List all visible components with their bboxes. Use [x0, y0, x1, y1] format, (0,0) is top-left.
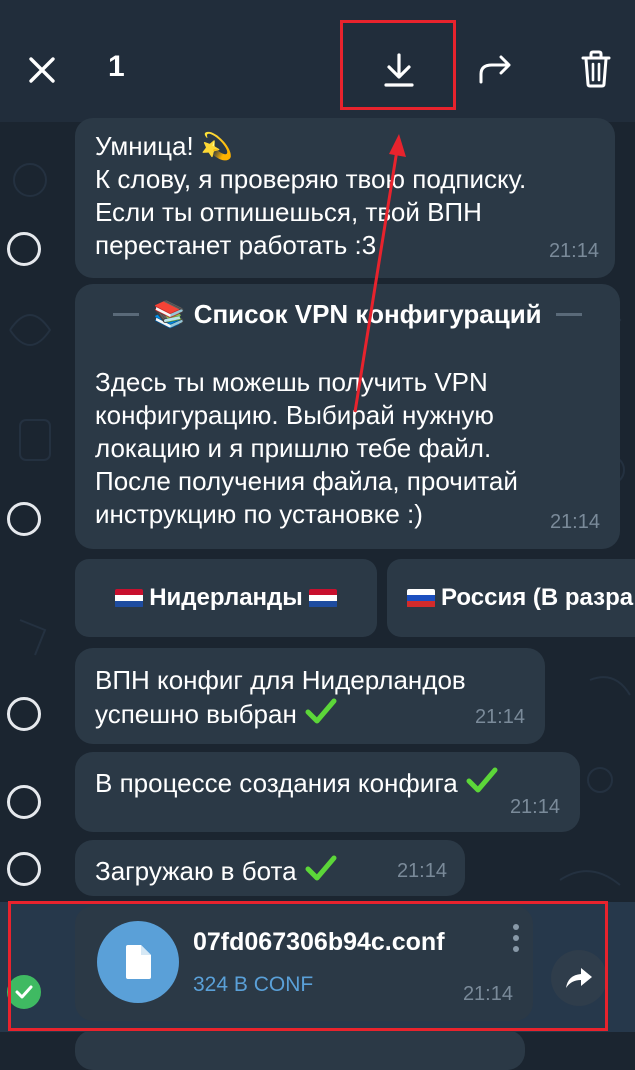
- divider-right: [555, 312, 582, 316]
- selected-count: 1: [108, 50, 125, 83]
- message-bubble[interactable]: Умница! 💫 К слову, я проверяю твою подпи…: [75, 118, 615, 278]
- keyboard-button-netherlands[interactable]: Нидерланды: [75, 559, 377, 637]
- message-text: Умница! 💫 К слову, я проверяю твою подпи…: [95, 131, 527, 260]
- trash-icon: [581, 50, 611, 88]
- message-bubble[interactable]: ВПН конфиг для Нидерландов успешно выбра…: [75, 648, 545, 744]
- message-header: 📚 Список VPN конфигураций: [95, 296, 600, 332]
- divider-left: [113, 312, 140, 316]
- checkmark-icon: [305, 855, 337, 881]
- close-icon: [29, 57, 55, 83]
- russia-flag-icon: [407, 588, 435, 608]
- checkmark-icon: [305, 698, 337, 724]
- keyboard-button-russia[interactable]: Россия (В разра: [387, 559, 635, 637]
- message-time: 21:14: [548, 240, 599, 262]
- file-message-highlight: [8, 901, 608, 1031]
- keyboard-button-label: Нидерланды: [149, 584, 303, 611]
- forward-button[interactable]: [466, 44, 526, 96]
- forward-icon: [479, 55, 511, 84]
- select-radio[interactable]: [7, 785, 41, 819]
- select-radio[interactable]: [7, 232, 41, 266]
- message-bubble[interactable]: 📚 Список VPN конфигураций Здесь ты можеш…: [75, 284, 620, 549]
- message-text: ВПН конфиг для Нидерландов успешно выбра…: [95, 665, 466, 729]
- message-bubble[interactable]: В процессе создания конфига 21:14: [75, 752, 580, 832]
- delete-button[interactable]: [566, 40, 626, 98]
- close-selection-button[interactable]: [20, 48, 64, 92]
- message-time: 21:14: [474, 706, 525, 728]
- books-icon: 📚: [153, 298, 186, 329]
- keyboard-button-label: Россия (В разра: [441, 584, 634, 611]
- netherlands-flag-icon: [308, 588, 337, 608]
- select-radio[interactable]: [7, 697, 41, 731]
- select-radio[interactable]: [7, 852, 41, 886]
- download-button-highlight: [340, 20, 456, 110]
- message-bubble[interactable]: Загружаю в бота 21:14: [75, 840, 465, 896]
- message-text: Здесь ты можешь получить VPN конфигураци…: [95, 367, 518, 529]
- select-radio[interactable]: [7, 502, 41, 536]
- message-title: Список VPN конфигураций: [193, 298, 542, 329]
- message-text: В процессе создания конфига: [95, 766, 560, 800]
- message-bubble-partial[interactable]: [75, 1030, 525, 1070]
- message-time: 21:14: [509, 796, 560, 818]
- message-time: 21:14: [396, 860, 447, 882]
- checkmark-icon: [466, 767, 498, 793]
- selection-toolbar: 1: [0, 0, 635, 122]
- message-time: 21:14: [549, 511, 600, 533]
- message-text: Загружаю в бота: [95, 854, 445, 888]
- netherlands-flag-icon: [115, 588, 144, 608]
